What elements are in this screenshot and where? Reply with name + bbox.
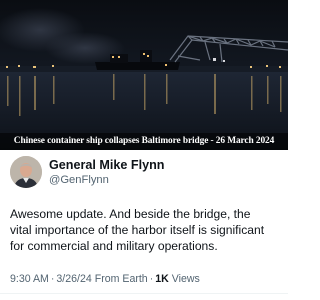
tweet-text-line: Awesome update. And beside the bridge, t… xyxy=(10,207,251,221)
photo-caption: Chinese container ship collapses Baltimo… xyxy=(0,133,288,150)
views-label[interactable]: Views xyxy=(172,273,200,285)
screenshot-frame: Chinese container ship collapses Baltimo… xyxy=(0,0,288,300)
tweet-text-line: vital importance of the harbor itself is… xyxy=(10,223,265,237)
author-handle[interactable]: @GenFlynn xyxy=(49,173,164,187)
author-display-name[interactable]: General Mike Flynn xyxy=(49,158,164,173)
person-portrait-icon xyxy=(10,156,42,188)
tweet-author[interactable]: General Mike Flynn @GenFlynn xyxy=(49,158,164,187)
meta-separator: · xyxy=(50,273,55,285)
tweet-source: From Earth xyxy=(94,273,148,285)
bridge-collapse-image xyxy=(0,0,288,150)
views-count[interactable]: 1K xyxy=(155,273,169,285)
meta-separator: · xyxy=(149,273,154,285)
news-photo: Chinese container ship collapses Baltimo… xyxy=(0,0,288,150)
tweet-text-line: for commercial and military operations. xyxy=(10,239,218,253)
author-avatar[interactable] xyxy=(10,156,42,188)
tweet-time[interactable]: 9:30 AM xyxy=(10,273,49,285)
tweet-text: Awesome update. And beside the bridge, t… xyxy=(10,206,286,254)
divider xyxy=(0,293,288,294)
tweet-metadata: 9:30 AM · 3/26/24 From Earth · 1K Views xyxy=(10,272,200,286)
tweet-date[interactable]: 3/26/24 xyxy=(56,273,91,285)
